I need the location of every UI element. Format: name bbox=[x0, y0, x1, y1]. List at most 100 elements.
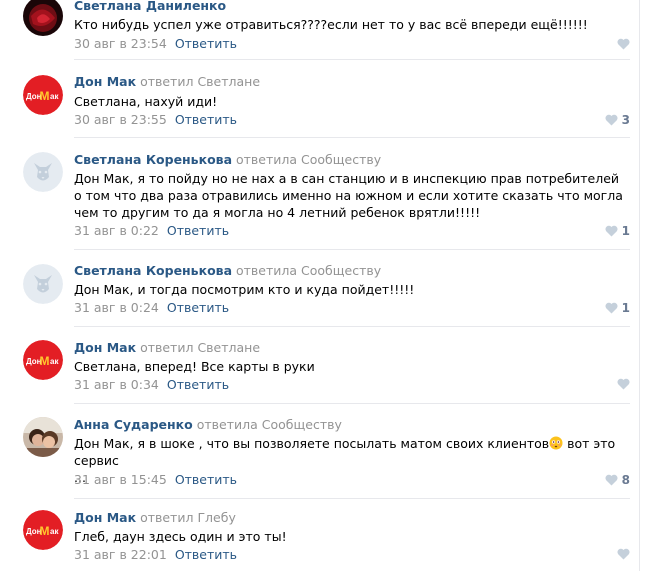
comment-item: Дон M ак Дон Мак ответил Светлане Светла… bbox=[0, 327, 640, 404]
heart-icon bbox=[605, 474, 618, 486]
reply-button[interactable]: Ответить bbox=[167, 300, 229, 315]
comment-date[interactable]: 31 авг в 0:24 bbox=[74, 300, 159, 315]
comment-date[interactable]: 31 авг в 0:22 bbox=[74, 223, 159, 238]
comment-text: Светлана, нахуй иди! bbox=[74, 94, 218, 109]
reply-verb: ответил bbox=[140, 74, 194, 89]
reply-button[interactable]: Ответить bbox=[175, 36, 237, 51]
photo-avatar-image bbox=[23, 417, 63, 457]
heart-icon bbox=[605, 114, 618, 126]
like-count: 8 bbox=[621, 473, 630, 487]
comment-text: Дон Мак, и тогда посмотрим кто и куда по… bbox=[74, 282, 415, 297]
comment-meta: 31 авг в 15:45 Ответить bbox=[74, 472, 237, 487]
comment-text: Кто нибудь успел уже отравиться????если … bbox=[74, 17, 588, 32]
comment-meta: 31 авг в 0:22 Ответить bbox=[74, 223, 229, 238]
comment-meta: 30 авг в 23:55 Ответить bbox=[74, 112, 237, 127]
heart-icon bbox=[605, 302, 618, 314]
comments-feed: Светлана Даниленко Кто нибудь успел уже … bbox=[0, 0, 655, 571]
like-button[interactable]: 8 bbox=[605, 473, 630, 487]
comment-meta: 31 авг в 0:24 Ответить bbox=[74, 300, 229, 315]
heart-icon bbox=[617, 378, 630, 390]
like-count: 1 bbox=[621, 301, 630, 315]
author-name[interactable]: Дон Мак bbox=[74, 340, 136, 355]
dark-red-avatar-image bbox=[23, 0, 63, 36]
logo-text-right: ак bbox=[50, 357, 59, 366]
author-name[interactable]: Светлана Даниленко bbox=[74, 0, 226, 13]
like-button[interactable]: 1 bbox=[605, 301, 630, 315]
comment-text: Светлана, вперед! Все карты в руки bbox=[74, 359, 315, 374]
author-name[interactable]: Дон Мак bbox=[74, 510, 136, 525]
comment-header: Анна Сударенко ответила Сообществу bbox=[74, 417, 342, 432]
comment-text-part: Дон Мак, я в шоке , что вы позволяете по… bbox=[74, 436, 550, 451]
heart-icon bbox=[617, 548, 630, 560]
default-dog-avatar-icon bbox=[23, 152, 63, 192]
reply-verb: ответила bbox=[236, 263, 298, 278]
heart-icon bbox=[617, 38, 630, 50]
comment-item: Светлана Коренькова ответила Сообществу … bbox=[0, 138, 640, 250]
comment-date[interactable]: 31 авг в 0:34 bbox=[74, 377, 159, 392]
logo-text-middle: M bbox=[40, 524, 50, 538]
reply-button[interactable]: Ответить bbox=[167, 223, 229, 238]
avatar[interactable]: Дон M ак bbox=[23, 340, 63, 380]
like-count: 3 bbox=[621, 113, 630, 127]
reply-button[interactable]: Ответить bbox=[175, 472, 237, 487]
comment-item: Дон M ак Дон Мак ответил Светлане Светла… bbox=[0, 60, 640, 138]
flushed-face-emoji-icon bbox=[549, 436, 563, 450]
reply-target[interactable]: Сообществу bbox=[301, 263, 381, 278]
comment-item: Светлана Даниленко Кто нибудь успел уже … bbox=[0, 0, 640, 60]
comment-header: Светлана Даниленко bbox=[74, 0, 226, 13]
like-button[interactable] bbox=[617, 38, 630, 50]
reply-target[interactable]: Глебу bbox=[197, 510, 235, 525]
reply-target[interactable]: Светлане bbox=[197, 74, 260, 89]
comment-meta: 31 авг в 22:01 Ответить bbox=[74, 547, 237, 562]
author-name[interactable]: Светлана Коренькова bbox=[74, 152, 232, 167]
comment-header: Дон Мак ответил Светлане bbox=[74, 74, 260, 89]
comment-date[interactable]: 30 авг в 23:54 bbox=[74, 36, 167, 51]
reply-target[interactable]: Сообществу bbox=[262, 417, 342, 432]
like-button[interactable]: 3 bbox=[605, 113, 630, 127]
avatar[interactable]: Дон M ак bbox=[23, 510, 63, 550]
logo-text-middle: M bbox=[40, 89, 50, 103]
reply-verb: ответила bbox=[236, 152, 298, 167]
heart-icon bbox=[605, 225, 618, 237]
reply-verb: ответил bbox=[140, 340, 194, 355]
avatar[interactable] bbox=[23, 417, 63, 457]
avatar[interactable]: Дон M ак bbox=[23, 75, 63, 115]
author-name[interactable]: Анна Сударенко bbox=[74, 417, 193, 432]
comment-meta: 31 авг в 0:34 Ответить bbox=[74, 377, 229, 392]
comment-date[interactable]: 31 авг в 22:01 bbox=[74, 547, 167, 562]
comment-date[interactable]: 31 авг в 15:45 bbox=[74, 472, 167, 487]
author-name[interactable]: Дон Мак bbox=[74, 74, 136, 89]
reply-verb: ответил bbox=[140, 510, 194, 525]
donmak-logo-icon: Дон M ак bbox=[23, 340, 63, 380]
logo-text-middle: M bbox=[40, 354, 50, 368]
reply-verb: ответила bbox=[196, 417, 258, 432]
like-count: 1 bbox=[621, 224, 630, 238]
avatar[interactable] bbox=[23, 264, 63, 304]
comment-item: Анна Сударенко ответила Сообществу Дон М… bbox=[0, 404, 640, 499]
comment-item: Дон M ак Дон Мак ответил Глебу Глеб, дау… bbox=[0, 499, 640, 571]
avatar[interactable] bbox=[23, 0, 63, 36]
donmak-logo-icon: Дон M ак bbox=[23, 510, 63, 550]
logo-text-right: ак bbox=[50, 92, 59, 101]
comment-header: Светлана Коренькова ответила Сообществу bbox=[74, 263, 381, 278]
author-name[interactable]: Светлана Коренькова bbox=[74, 263, 232, 278]
reply-button[interactable]: Ответить bbox=[175, 547, 237, 562]
reply-target[interactable]: Светлане bbox=[197, 340, 260, 355]
reply-button[interactable]: Ответить bbox=[167, 377, 229, 392]
like-button[interactable] bbox=[617, 548, 630, 560]
like-button[interactable]: 1 bbox=[605, 224, 630, 238]
comment-text: Дон Мак, я то пойду но не нах а в сан ст… bbox=[74, 171, 623, 220]
comment-header: Дон Мак ответил Глебу bbox=[74, 510, 236, 525]
reply-button[interactable]: Ответить bbox=[175, 112, 237, 127]
avatar[interactable] bbox=[23, 152, 63, 192]
comment-meta: 30 авг в 23:54 Ответить bbox=[74, 36, 237, 51]
comment-header: Дон Мак ответил Светлане bbox=[74, 340, 260, 355]
default-dog-avatar-icon bbox=[23, 264, 63, 304]
comment-date[interactable]: 30 авг в 23:55 bbox=[74, 112, 167, 127]
reply-target[interactable]: Сообществу bbox=[301, 152, 381, 167]
logo-text-right: ак bbox=[50, 527, 59, 536]
like-button[interactable] bbox=[617, 378, 630, 390]
donmak-logo-icon: Дон M ак bbox=[23, 75, 63, 115]
comment-item: Светлана Коренькова ответила Сообществу … bbox=[0, 250, 640, 327]
comment-header: Светлана Коренькова ответила Сообществу bbox=[74, 152, 381, 167]
